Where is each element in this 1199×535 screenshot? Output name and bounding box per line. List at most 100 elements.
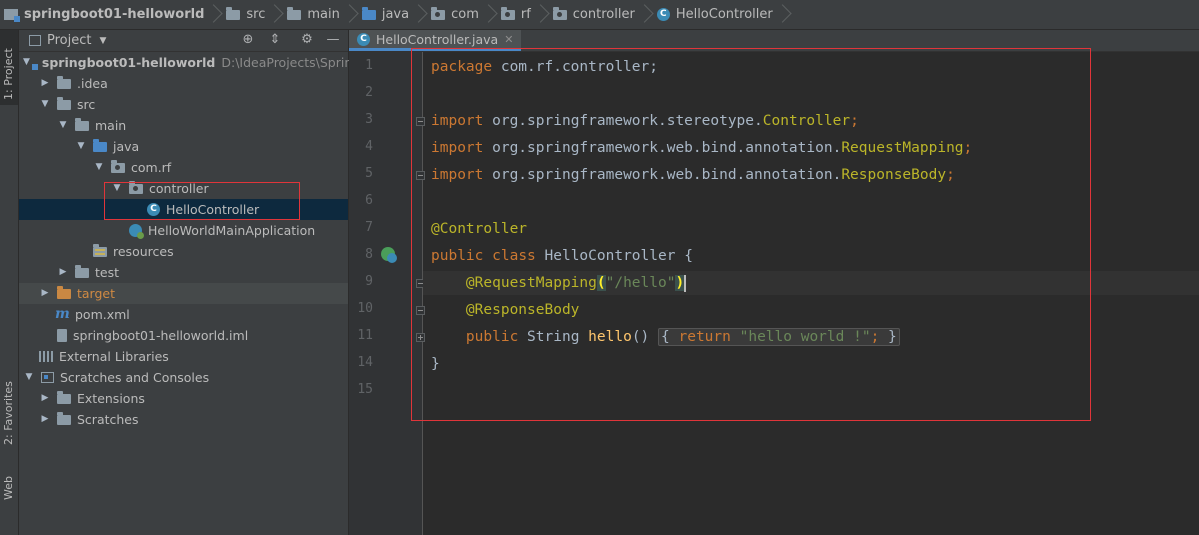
folder-icon	[57, 390, 71, 404]
gear-icon[interactable]: ⚙	[300, 33, 314, 47]
tree-item-extensions[interactable]: ▶ Extensions	[19, 388, 348, 409]
line-number: 8	[365, 247, 373, 262]
class-icon: C	[147, 203, 160, 216]
tab-hellocontroller-java[interactable]: C HelloController.java ✕	[349, 30, 522, 51]
collapse-arrow-icon[interactable]: ▶	[57, 262, 69, 283]
line-number: 7	[365, 220, 373, 235]
package-icon	[500, 6, 515, 20]
code-line-11: public String hello() { return "hello wo…	[431, 326, 900, 348]
code-line-8: public class HelloController {	[431, 248, 693, 264]
line-number: 6	[365, 193, 373, 208]
tab-favorites[interactable]: 2: Favorites	[0, 360, 18, 450]
expand-arrow-icon[interactable]: ▼	[111, 178, 123, 199]
expand-arrow-icon[interactable]: ▼	[93, 157, 105, 178]
breadcrumb-main[interactable]: main	[283, 0, 357, 29]
collapse-arrow-icon[interactable]: ▶	[39, 409, 51, 430]
tree-item-scratches-consoles[interactable]: ▼ Scratches and Consoles	[19, 367, 348, 388]
line-number: 3	[365, 112, 373, 127]
collapse-arrow-icon[interactable]: ▶	[39, 73, 51, 94]
breadcrumb-controller[interactable]: controller	[549, 0, 653, 29]
excluded-folder-icon	[57, 285, 71, 299]
navigation-bar: springboot01-helloworld src main java co…	[0, 0, 1199, 30]
folder-icon	[75, 117, 89, 131]
hide-icon[interactable]: —	[326, 33, 340, 47]
left-tool-stripe: 1: Project 2: Favorites Web	[0, 30, 19, 535]
tree-item-controller[interactable]: ▼ controller	[19, 178, 348, 199]
expand-arrow-icon[interactable]: ▼	[39, 94, 51, 115]
folder-icon	[57, 96, 71, 110]
project-panel: Project ▼ ⊕ ⇕ ⚙ — ▼ springboot01-hellowo…	[19, 30, 360, 535]
tree-item-mainapp[interactable]: HelloWorldMainApplication	[19, 220, 348, 241]
tree-item-main[interactable]: ▼ main	[19, 115, 348, 136]
tree-item-scratches[interactable]: ▶ Scratches	[19, 409, 348, 430]
line-number: 15	[357, 382, 373, 397]
project-panel-header: Project ▼ ⊕ ⇕ ⚙ —	[19, 30, 348, 52]
tree-item-root[interactable]: ▼ springboot01-helloworld D:\IdeaProject…	[19, 52, 360, 73]
folder-icon	[287, 6, 302, 20]
resources-folder-icon	[93, 243, 107, 257]
tree-item-comrf[interactable]: ▼ com.rf	[19, 157, 348, 178]
module-icon	[4, 9, 20, 22]
text-cursor	[684, 274, 687, 292]
tree-item-src[interactable]: ▼ src	[19, 94, 348, 115]
editor-gutter: 1 2 3 4 5 6 7 8 9 10 11 14 15	[349, 52, 425, 535]
code-line-7: @Controller	[431, 221, 528, 237]
tree-item-test[interactable]: ▶ test	[19, 262, 348, 283]
expand-arrow-icon[interactable]: ▼	[75, 136, 87, 157]
line-number: 14	[357, 355, 373, 370]
package-icon	[552, 6, 567, 20]
locate-icon[interactable]: ⊕	[241, 33, 255, 47]
folded-region[interactable]: { return "hello world !"; }	[658, 328, 900, 346]
folder-icon	[57, 75, 71, 89]
tree-item-java[interactable]: ▼ java	[19, 136, 348, 157]
expand-arrow-icon[interactable]: ▼	[57, 115, 69, 136]
line-number: 9	[365, 274, 373, 289]
line-number: 1	[365, 58, 373, 73]
spring-boot-class-icon	[129, 224, 144, 239]
line-number: 4	[365, 139, 373, 154]
tree-item-hellocontroller[interactable]: C HelloController	[19, 199, 348, 220]
breadcrumb-module[interactable]: springboot01-helloworld	[0, 0, 222, 29]
line-number: 5	[365, 166, 373, 181]
breadcrumb-src[interactable]: src	[222, 0, 283, 29]
tree-item-external-libraries[interactable]: External Libraries	[19, 346, 348, 367]
code-line-5: import org.springframework.web.bind.anno…	[431, 167, 955, 183]
expand-arrow-icon[interactable]: ▼	[23, 367, 35, 388]
tree-item-resources[interactable]: resources	[19, 241, 348, 262]
project-tree: ▼ springboot01-helloworld D:\IdeaProject…	[19, 52, 360, 430]
folder-icon	[75, 264, 89, 278]
expand-arrow-icon[interactable]: ▼	[23, 52, 30, 73]
code-editor[interactable]: package com.rf.controller; import org.sp…	[423, 52, 1199, 535]
tree-item-target[interactable]: ▶ target	[19, 283, 348, 304]
chevron-down-icon[interactable]: ▼	[99, 36, 106, 46]
collapse-all-icon[interactable]: ⇕	[268, 33, 282, 47]
tree-item-idea[interactable]: ▶ .idea	[19, 73, 348, 94]
panel-title[interactable]: Project	[47, 33, 91, 48]
breadcrumb-rf[interactable]: rf	[497, 0, 549, 29]
collapse-arrow-icon[interactable]: ▶	[39, 283, 51, 304]
collapse-arrow-icon[interactable]: ▶	[39, 388, 51, 409]
scratches-icon	[41, 372, 54, 383]
code-line-1: package com.rf.controller;	[431, 59, 658, 75]
code-line-4: import org.springframework.web.bind.anno…	[431, 140, 973, 156]
source-folder-icon	[93, 138, 107, 152]
package-icon	[431, 6, 446, 20]
breadcrumb-com[interactable]: com	[427, 0, 497, 29]
breadcrumb-java[interactable]: java	[358, 0, 427, 29]
code-line-9: @RequestMapping("/hello")	[465, 274, 687, 292]
tab-project[interactable]: 1: Project	[0, 30, 18, 105]
code-line-10: @ResponseBody	[465, 302, 580, 318]
breadcrumb-hellocontroller[interactable]: C HelloController	[653, 0, 791, 29]
close-icon[interactable]: ✕	[504, 33, 513, 46]
tab-web[interactable]: Web	[0, 455, 18, 505]
project-view-icon	[29, 35, 41, 46]
folder-icon	[57, 411, 71, 425]
class-icon: C	[357, 32, 370, 46]
file-icon	[57, 329, 67, 342]
spring-bean-icon[interactable]	[381, 247, 397, 263]
source-folder-icon	[361, 6, 376, 20]
tree-item-pom[interactable]: m pom.xml	[19, 304, 348, 325]
tree-item-iml[interactable]: springboot01-helloworld.iml	[19, 325, 348, 346]
folder-icon	[226, 6, 241, 20]
package-icon	[111, 159, 125, 173]
